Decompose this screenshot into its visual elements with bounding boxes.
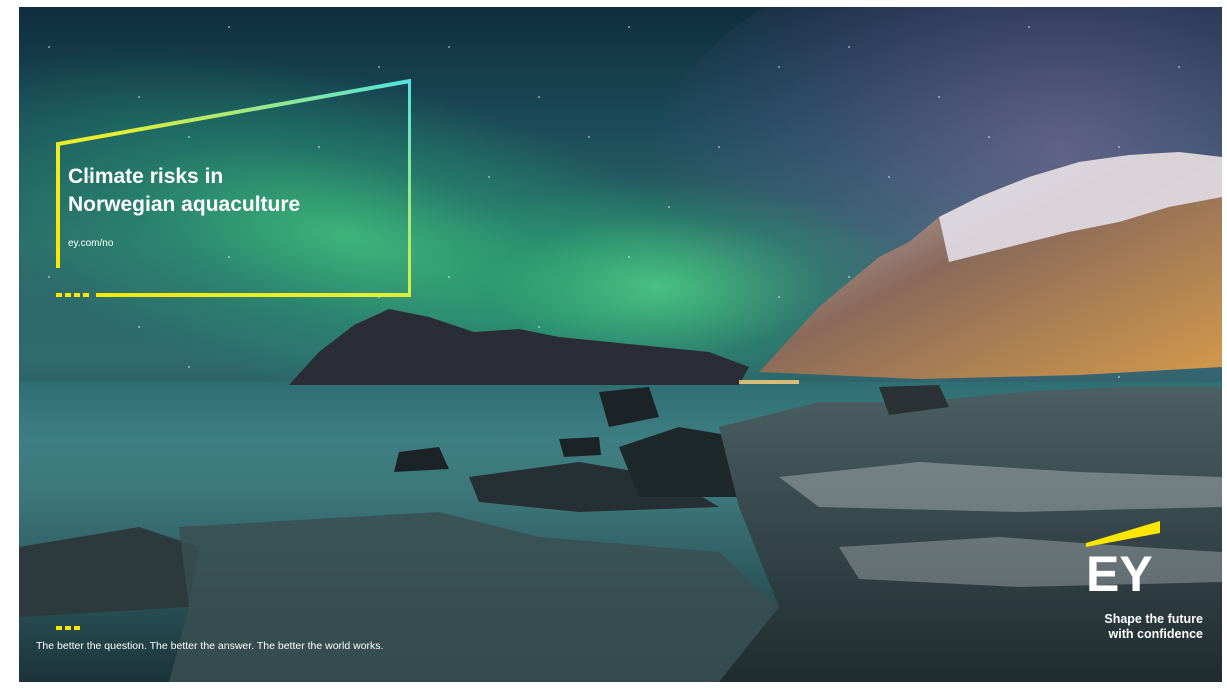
website-url[interactable]: ey.com/no — [68, 238, 113, 249]
svg-text:EY: EY — [1086, 546, 1153, 601]
dotted-accent — [56, 293, 89, 297]
slogan-line-2: with confidence — [1108, 627, 1203, 641]
headline-line-1: Climate risks in — [68, 165, 224, 188]
slogan-line-1: Shape the future — [1104, 612, 1203, 626]
ey-logo-mark: EY — [1086, 521, 1160, 601]
tagline-dots — [56, 626, 80, 630]
ey-logo: EY Shape the future with confidence — [1058, 515, 1208, 675]
tagline: The better the question. The better the … — [36, 640, 384, 652]
brand-slogan: Shape the future with confidence — [1058, 612, 1203, 642]
headline: Climate risks in Norwegian aquaculture — [68, 163, 368, 219]
headline-line-2: Norwegian aquaculture — [68, 193, 301, 216]
